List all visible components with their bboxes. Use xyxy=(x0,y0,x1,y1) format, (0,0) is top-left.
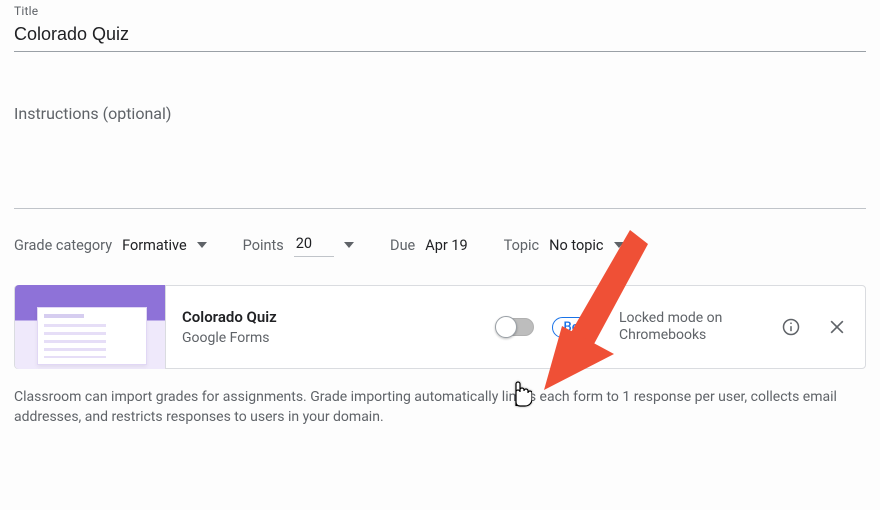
points-label: Points xyxy=(243,237,284,254)
instructions-field[interactable]: Instructions (optional) xyxy=(14,92,866,209)
remove-attachment-icon[interactable] xyxy=(823,313,851,341)
attachment-thumbnail[interactable] xyxy=(15,285,166,369)
attachment-subtitle: Google Forms xyxy=(182,330,480,346)
title-field: Title xyxy=(0,0,880,52)
topic-selector[interactable]: Topic No topic xyxy=(504,237,624,254)
attachment-title: Colorado Quiz xyxy=(182,308,480,326)
due-value: Apr 19 xyxy=(425,237,467,254)
grade-import-help-text: Classroom can import grades for assignme… xyxy=(0,369,868,428)
attachment-card: Colorado Quiz Google Forms Beta Locked m… xyxy=(14,285,866,369)
chevron-down-icon xyxy=(344,240,354,250)
points-selector[interactable]: Points 20 xyxy=(243,233,354,257)
grade-category-selector[interactable]: Grade category Formative xyxy=(14,237,207,254)
beta-badge: Beta xyxy=(552,317,601,338)
points-value: 20 xyxy=(294,233,334,257)
chevron-down-icon xyxy=(197,240,207,250)
due-label: Due xyxy=(390,237,415,254)
chevron-down-icon xyxy=(614,240,624,250)
title-label: Title xyxy=(14,4,866,18)
topic-value: No topic xyxy=(549,237,603,254)
title-input[interactable] xyxy=(14,18,866,52)
grade-category-value: Formative xyxy=(122,237,187,254)
grade-category-label: Grade category xyxy=(14,237,112,254)
instructions-placeholder: Instructions (optional) xyxy=(14,92,866,123)
topic-label: Topic xyxy=(504,237,539,254)
locked-mode-toggle[interactable] xyxy=(496,318,534,336)
toggle-knob xyxy=(495,316,517,338)
assignment-meta-row: Grade category Formative Points 20 Due A… xyxy=(0,209,880,265)
attachment-text[interactable]: Colorado Quiz Google Forms xyxy=(166,308,496,346)
due-date-selector[interactable]: Due Apr 19 xyxy=(390,237,468,254)
info-icon[interactable] xyxy=(777,313,805,341)
locked-mode-label: Locked mode on Chromebooks xyxy=(619,310,759,345)
